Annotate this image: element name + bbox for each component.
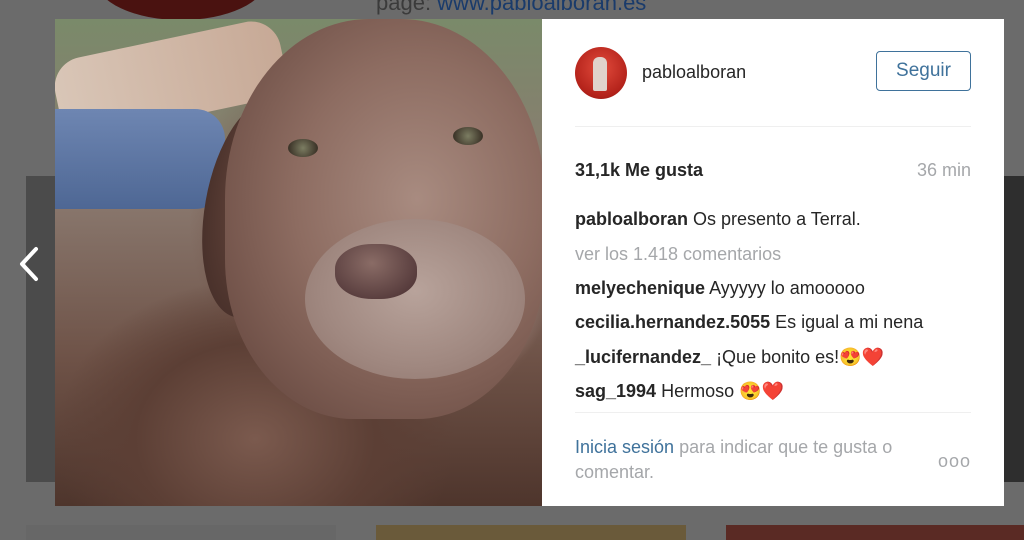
comment-username[interactable]: cecilia.hernandez.5055 [575, 312, 770, 332]
comment-text: Ayyyyy lo amooooo [709, 277, 865, 298]
comment-text: Hermoso 😍❤️ [661, 381, 784, 401]
more-options-button[interactable]: ooo [938, 451, 971, 472]
post-photo[interactable] [55, 19, 542, 506]
background-tile-bottom [376, 525, 686, 540]
avatar-figure [593, 56, 607, 91]
comment-item: cecilia.hernandez.5055 Es igual a mi nen… [575, 305, 971, 340]
background-tile-left [26, 176, 56, 482]
background-tile-bottom [726, 525, 1024, 540]
previous-post-button[interactable] [14, 244, 44, 284]
comment-item: sag_1994 Hermoso 😍❤️ [575, 374, 971, 409]
comment-item: _lucifernandez_ ¡Que bonito es!😍❤️ [575, 340, 971, 375]
owner-username[interactable]: pabloalboran [642, 62, 746, 83]
comment-username[interactable]: sag_1994 [575, 381, 656, 401]
login-prompt-row: Inicia sesión para indicar que te gusta … [575, 412, 971, 485]
follow-button[interactable]: Seguir [876, 51, 971, 91]
post-time[interactable]: 36 min [917, 160, 971, 181]
login-link[interactable]: Inicia sesión [575, 437, 674, 457]
view-all-comments-link[interactable]: ver los 1.418 comentarios [575, 237, 971, 271]
post-header: pabloalboran Seguir [575, 19, 971, 127]
background-tile-right [1004, 176, 1024, 482]
login-prompt: Inicia sesión para indicar que te gusta … [575, 435, 935, 485]
caption-username[interactable]: pabloalboran [575, 209, 688, 229]
photo-dog-eye [453, 127, 483, 145]
background-header-prefix: page: [376, 0, 438, 15]
photo-jeans [55, 109, 225, 209]
comment-username[interactable]: _lucifernandez_ [575, 347, 711, 367]
background-header-link[interactable]: www.pabloalboran.es [437, 0, 646, 15]
comments-list: pabloalboran Os presento a Terral. ver l… [575, 202, 971, 409]
background-header-text: page: www.pabloalboran.es [376, 0, 646, 16]
likes-row: 31,1k Me gusta 36 min [575, 158, 971, 182]
post-modal: pabloalboran Seguir 31,1k Me gusta 36 mi… [55, 19, 1004, 506]
likes-count[interactable]: 31,1k Me gusta [575, 160, 703, 181]
post-sidebar: pabloalboran Seguir 31,1k Me gusta 36 mi… [542, 19, 1004, 506]
photo-dog-muzzle [305, 219, 525, 379]
chevron-left-icon [20, 247, 38, 281]
comment-text: ¡Que bonito es!😍❤️ [716, 346, 884, 367]
photo-dog-eye [288, 139, 318, 157]
background-tile-bottom [26, 525, 336, 540]
comment-item: melyechenique Ayyyyy lo amooooo [575, 271, 971, 306]
comment-username[interactable]: melyechenique [575, 278, 705, 298]
comment-text: Es igual a mi nena [775, 312, 924, 332]
caption-text: Os presento a Terral. [693, 209, 861, 229]
owner-avatar[interactable] [575, 46, 627, 99]
caption: pabloalboran Os presento a Terral. [575, 202, 971, 237]
photo-dog-nose [335, 244, 417, 299]
background-avatar [96, 0, 266, 20]
